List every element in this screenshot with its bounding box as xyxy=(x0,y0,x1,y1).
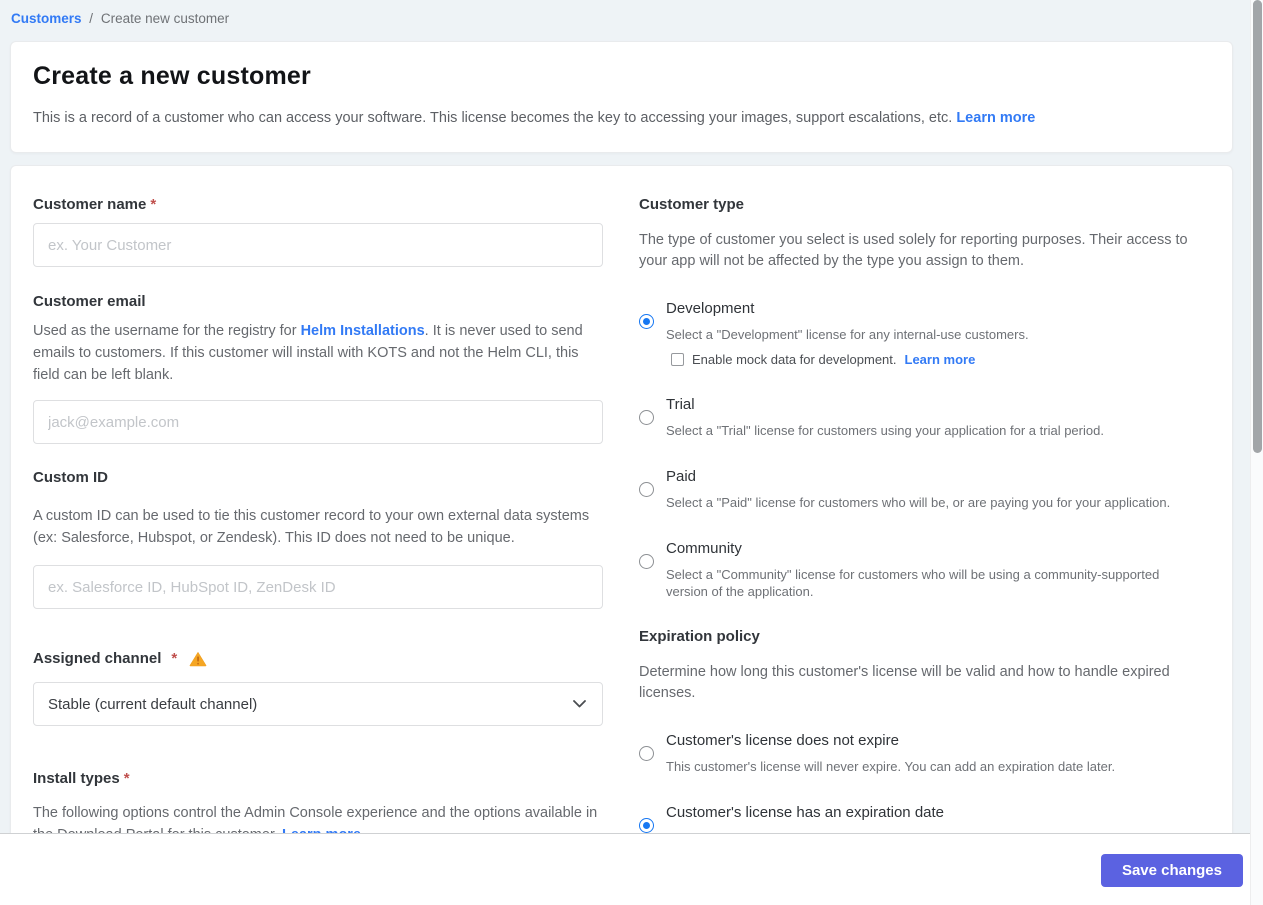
expiration-policy-options: Customer's license does not expire This … xyxy=(639,731,1202,847)
customer-name-input[interactable] xyxy=(33,223,603,267)
install-types-label-text: Install types xyxy=(33,770,120,787)
install-types-label: Install types * xyxy=(33,770,603,788)
mock-data-learn-more-link[interactable]: Learn more xyxy=(905,352,976,367)
scrollbar[interactable] xyxy=(1250,0,1263,905)
option-description: Select a "Development" license for any i… xyxy=(666,327,1029,342)
customer-type-heading: Customer type xyxy=(639,196,745,213)
development-radio[interactable] xyxy=(639,314,654,329)
option-title: Customer's license does not expire xyxy=(666,732,899,749)
license-does-not-expire-radio[interactable] xyxy=(639,746,654,761)
customer-email-input[interactable] xyxy=(33,400,603,444)
option-description: Select a "Trial" license for customers u… xyxy=(666,423,1104,438)
custom-id-label: Custom ID xyxy=(33,469,108,486)
form-right-column: Customer type The type of customer you s… xyxy=(639,196,1202,854)
customer-type-options: Development Select a "Development" licen… xyxy=(639,299,1202,600)
required-asterisk: * xyxy=(171,650,178,667)
form-left-column: Customer name* Customer email Used as th… xyxy=(33,196,603,854)
create-customer-form: Customer name* Customer email Used as th… xyxy=(10,165,1233,855)
customer-email-label: Customer email xyxy=(33,293,146,310)
customer-type-description: The type of customer you select is used … xyxy=(639,232,1188,269)
option-title: Community xyxy=(666,540,742,557)
option-description: Select a "Paid" license for customers wh… xyxy=(666,495,1171,510)
required-asterisk: * xyxy=(150,196,157,213)
option-title: Paid xyxy=(666,468,697,485)
customer-email-description-before: Used as the username for the registry fo… xyxy=(33,323,301,339)
customer-email-description: Used as the username for the registry fo… xyxy=(33,320,603,386)
chevron-down-icon xyxy=(573,700,586,708)
warning-icon xyxy=(189,651,207,667)
assigned-channel-selected-value: Stable (current default channel) xyxy=(48,695,258,713)
community-radio[interactable] xyxy=(639,554,654,569)
option-title: Customer's license has an expiration dat… xyxy=(666,804,945,821)
mock-data-checkbox-label: Enable mock data for development. xyxy=(692,352,897,367)
option-title: Development xyxy=(666,300,755,317)
expiration-policy-description: Determine how long this customer's licen… xyxy=(639,664,1170,701)
header-learn-more-link[interactable]: Learn more xyxy=(956,110,1035,126)
option-description: Select a "Community" license for custome… xyxy=(666,567,1160,599)
customer-name-label-text: Customer name xyxy=(33,196,147,213)
scrollbar-thumb[interactable] xyxy=(1253,0,1262,453)
custom-id-input[interactable] xyxy=(33,565,603,609)
breadcrumb-current: Create new customer xyxy=(100,11,230,26)
page-description: This is a record of a customer who can a… xyxy=(33,108,1202,128)
page-description-text: This is a record of a customer who can a… xyxy=(33,110,953,126)
radio-option-trial: Trial Select a "Trial" license for custo… xyxy=(639,395,1202,439)
option-title: Trial xyxy=(666,396,695,413)
required-asterisk: * xyxy=(123,770,130,787)
custom-id-description: A custom ID can be used to tie this cust… xyxy=(33,508,590,546)
license-has-expiration-radio[interactable] xyxy=(639,818,654,833)
mock-data-row: Enable mock data for development. Learn … xyxy=(671,352,1202,367)
page: Customers / Create new customer Create a… xyxy=(0,0,1250,905)
breadcrumb-separator: / xyxy=(89,11,94,26)
trial-radio[interactable] xyxy=(639,410,654,425)
save-changes-button[interactable]: Save changes xyxy=(1100,854,1243,887)
page-title: Create a new customer xyxy=(33,62,311,90)
assigned-channel-label: Assigned channel * xyxy=(33,650,603,668)
breadcrumb: Customers / Create new customer xyxy=(0,0,1250,26)
assigned-channel-label-text: Assigned channel xyxy=(33,650,162,667)
expiration-policy-heading: Expiration policy xyxy=(639,628,760,645)
customer-name-label: Customer name * xyxy=(33,196,603,214)
radio-option-development: Development Select a "Development" licen… xyxy=(639,299,1202,367)
option-description: This customer's license will never expir… xyxy=(666,759,1116,774)
radio-option-no-expire: Customer's license does not expire This … xyxy=(639,731,1202,775)
mock-data-checkbox[interactable] xyxy=(671,353,684,366)
header-card: Create a new customer This is a record o… xyxy=(10,41,1233,153)
assigned-channel-select[interactable]: Stable (current default channel) xyxy=(33,682,603,726)
form-footer: Save changes xyxy=(0,833,1250,905)
radio-option-community: Community Select a "Community" license f… xyxy=(639,539,1202,600)
breadcrumb-customers-link[interactable]: Customers xyxy=(11,11,82,26)
helm-installations-link[interactable]: Helm Installations xyxy=(301,323,425,339)
radio-option-paid: Paid Select a "Paid" license for custome… xyxy=(639,467,1202,511)
paid-radio[interactable] xyxy=(639,482,654,497)
